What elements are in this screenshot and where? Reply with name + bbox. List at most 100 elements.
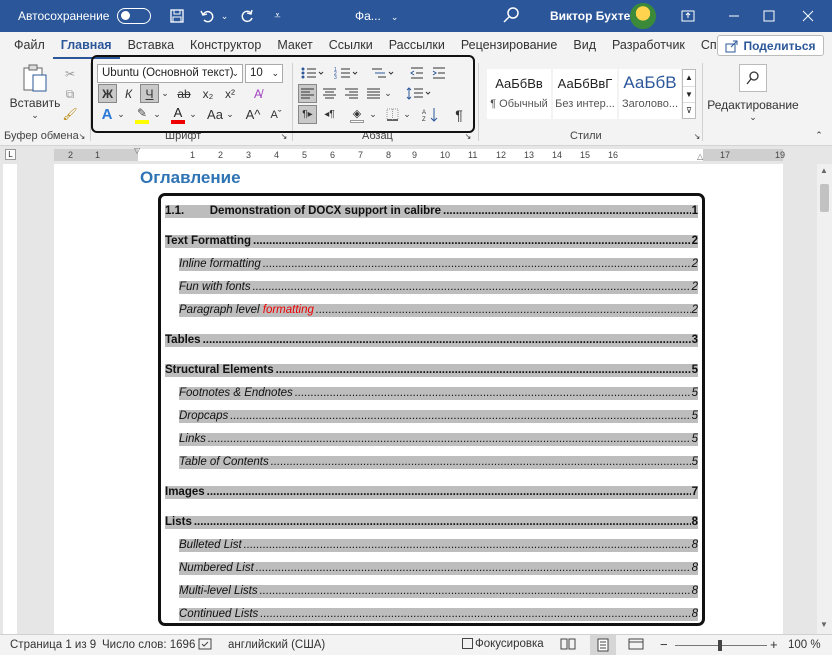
ruler-number: 7 <box>358 150 364 160</box>
chevron-up-icon[interactable]: ▲ <box>683 70 695 86</box>
chevron-down-icon: ⌄ <box>749 111 757 122</box>
search-icon[interactable] <box>500 4 522 29</box>
right-indent-marker[interactable]: △ <box>697 152 703 161</box>
cut-icon[interactable]: ✂ <box>60 65 80 83</box>
ribbon-display-icon[interactable] <box>676 4 700 28</box>
maximize-icon[interactable] <box>757 4 781 28</box>
chevron-down-icon[interactable]: ▼ <box>820 620 828 629</box>
ruler-number: 14 <box>552 150 563 160</box>
styles-group-label: Стили <box>570 130 602 142</box>
style-preview: АаБбВв <box>495 76 543 91</box>
ruler-number: 11 <box>468 150 478 160</box>
vertical-ruler[interactable] <box>3 164 17 634</box>
dialog-launcher-icon[interactable]: ↘ <box>77 131 87 141</box>
zoom-slider-thumb[interactable] <box>718 640 722 651</box>
share-button[interactable]: Поделиться <box>717 35 824 56</box>
chevron-down-icon[interactable]: ▼ <box>683 86 695 102</box>
share-button-label: Поделиться <box>743 38 816 53</box>
status-bar: Страница 1 из 9 Число слов: 1696 английс… <box>0 634 832 655</box>
focus-icon <box>462 638 473 650</box>
chevron-up-icon[interactable]: ▲ <box>820 166 828 175</box>
ruler-number: 19 <box>775 150 786 160</box>
title-bar: Автосохранение ⌄ ⩡ Фа... ⌄ Виктор Бухтеев <box>0 0 832 32</box>
first-line-indent-marker[interactable]: ▽ <box>134 146 140 155</box>
tab-file[interactable]: Файл <box>6 32 53 59</box>
ruler-number: 4 <box>274 150 280 160</box>
chevron-down-icon: ⌄ <box>390 12 399 22</box>
ruler-number: 3 <box>246 150 252 160</box>
font-group-highlight <box>91 55 475 133</box>
ruler-number: 6 <box>330 150 336 160</box>
search-icon <box>739 63 767 92</box>
ruler-number: 2 <box>218 150 224 160</box>
focus-mode-button[interactable]: Фокусировка <box>462 638 544 650</box>
style-preview: АаБбВ <box>623 73 677 92</box>
ruler-number: 16 <box>608 150 619 160</box>
editing-button[interactable]: Редактирование ⌄ <box>707 61 799 125</box>
style-heading[interactable]: АаБбВ Заголово... <box>619 69 681 119</box>
copy-icon[interactable]: ⧉ <box>60 85 80 103</box>
web-layout-icon[interactable] <box>628 637 644 654</box>
word-count[interactable]: Число слов: 1696 <box>102 639 195 651</box>
document-name-text: Фа... <box>355 9 381 23</box>
autosave-toggle[interactable] <box>117 8 152 24</box>
clipboard-group-label: Буфер обмена <box>4 130 79 142</box>
document-name[interactable]: Фа... ⌄ <box>355 9 398 23</box>
scroll-thumb[interactable] <box>820 184 829 212</box>
undo-dropdown-icon[interactable]: ⌄ <box>219 4 229 28</box>
ruler-number: 10 <box>440 150 451 160</box>
tab-view[interactable]: Вид <box>565 32 604 59</box>
chevron-down-icon: ⌄ <box>31 110 39 120</box>
more-styles-icon[interactable]: ⊽ <box>683 102 695 118</box>
style-preview: АаБбВвГ <box>557 76 613 91</box>
ruler-number: 5 <box>302 150 308 160</box>
vertical-scrollbar[interactable]: ▲ ▼ <box>817 164 832 634</box>
ruler-number: 12 <box>496 150 507 160</box>
ruler-number: 2 <box>68 150 74 160</box>
clipboard-paste-icon <box>23 64 47 92</box>
autosave-label: Автосохранение <box>18 9 110 23</box>
dialog-launcher-icon[interactable]: ↘ <box>692 131 702 141</box>
close-icon[interactable] <box>796 4 820 28</box>
styles-scroll: ▲ ▼ ⊽ <box>682 69 696 119</box>
style-normal[interactable]: АаБбВв ¶ Обычный <box>487 69 551 119</box>
zoom-in-icon[interactable]: + <box>770 637 778 652</box>
ruler-number: 15 <box>580 150 591 160</box>
ruler-number: 1 <box>95 150 101 160</box>
style-name: Без интер... <box>555 98 615 110</box>
paste-button[interactable]: Вставить ⌄ <box>10 63 60 121</box>
page-title: Оглавление <box>140 168 241 187</box>
minimize-icon[interactable] <box>722 4 746 28</box>
ruler-tab-selector[interactable]: L <box>5 149 16 160</box>
ruler-number: 8 <box>386 150 392 160</box>
horizontal-ruler[interactable]: 2 1 1 2 3 4 5 6 7 8 9 10 11 12 13 14 15 … <box>0 146 832 164</box>
avatar[interactable] <box>630 3 656 29</box>
save-icon[interactable] <box>165 4 189 28</box>
paste-label: Вставить <box>9 96 61 110</box>
style-no-spacing[interactable]: АаБбВвГ Без интер... <box>553 69 617 119</box>
toc-highlight-frame <box>158 193 705 626</box>
redo-icon[interactable] <box>235 4 259 28</box>
format-painter-icon[interactable]: 🖌 <box>60 105 80 123</box>
ruler-number: 17 <box>720 150 731 160</box>
customize-qat-icon[interactable]: ⩡ <box>265 4 289 28</box>
ruler-number: 9 <box>412 150 418 160</box>
page-count[interactable]: Страница 1 из 9 <box>10 639 96 651</box>
zoom-out-icon[interactable]: − <box>660 637 668 652</box>
undo-icon[interactable] <box>195 4 219 28</box>
language[interactable]: английский (США) <box>228 639 325 651</box>
share-icon <box>725 40 738 52</box>
tab-developer[interactable]: Разработчик <box>604 32 693 59</box>
focus-label: Фокусировка <box>475 638 544 650</box>
ruler-number: 1 <box>190 150 196 160</box>
ribbon: Вставить ⌄ ✂ ⧉ 🖌 Буфер обмена ↘ Ubuntu (… <box>0 55 832 146</box>
collapse-ribbon-icon[interactable]: ⌃ <box>812 129 826 141</box>
proofing-icon[interactable] <box>198 637 214 654</box>
zoom-level[interactable]: 100 % <box>788 639 821 651</box>
editing-label: Редактирование <box>707 97 799 112</box>
print-layout-icon[interactable] <box>590 635 616 655</box>
read-mode-icon[interactable] <box>560 637 576 654</box>
ruler-number: 13 <box>524 150 535 160</box>
style-name: Заголово... <box>621 98 679 110</box>
style-name: ¶ Обычный <box>490 98 548 110</box>
